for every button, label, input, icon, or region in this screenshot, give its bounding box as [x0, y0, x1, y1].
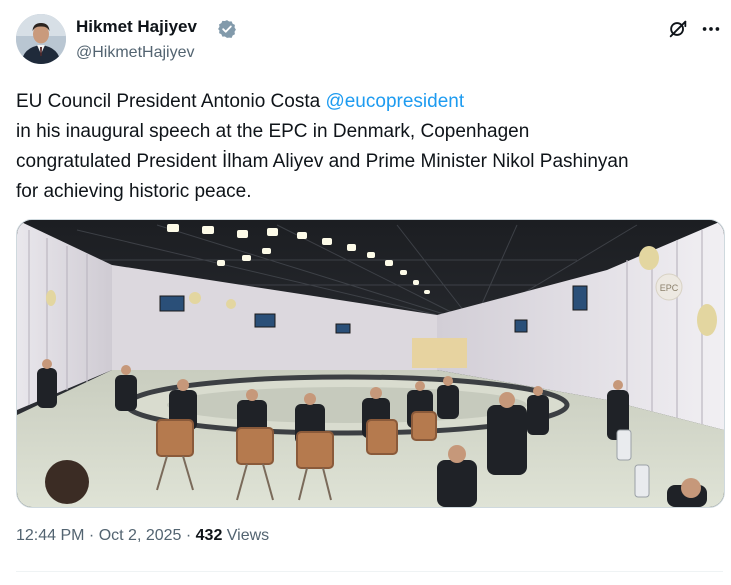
more-options-icon[interactable]: [700, 18, 722, 40]
mention-link[interactable]: @eucopresident: [325, 91, 464, 112]
tweet-date[interactable]: Oct 2, 2025: [99, 527, 182, 544]
meta-separator: ·: [181, 527, 196, 544]
conference-hall-photo: EPC: [17, 220, 724, 507]
tweet-card: Hikmet Hajiyev @HikmetHajiyev EU Council…: [0, 0, 731, 585]
tweet-photo[interactable]: EPC: [16, 219, 725, 508]
tweet-line-1: EU Council President Antonio Costa @euco…: [16, 87, 728, 117]
grok-icon[interactable]: [667, 18, 689, 40]
tweet-line-3: congratulated President İlham Aliyev and…: [16, 151, 629, 172]
author-handle[interactable]: @HikmetHajiyev: [76, 44, 194, 62]
tweet-line-4: for achieving historic peace.: [16, 181, 252, 202]
author-avatar[interactable]: [16, 14, 66, 64]
views-label: Views: [222, 527, 270, 544]
views-count[interactable]: 432: [196, 527, 223, 544]
divider: [16, 571, 723, 572]
tweet-line-2: in his inaugural speech at the EPC in De…: [16, 121, 530, 142]
author-name[interactable]: Hikmet Hajiyev: [76, 17, 197, 37]
epc-badge-label: EPC: [660, 283, 679, 293]
profile-photo-icon: [16, 14, 66, 64]
meta-separator: ·: [84, 527, 99, 544]
verified-badge-icon: [218, 20, 236, 38]
tweet-line-1-text: EU Council President Antonio Costa: [16, 91, 326, 112]
tweet-meta: 12:44 PM · Oct 2, 2025 · 432 Views: [16, 527, 269, 545]
tweet-text: EU Council President Antonio Costa @euco…: [16, 87, 728, 207]
tweet-time[interactable]: 12:44 PM: [16, 527, 84, 544]
